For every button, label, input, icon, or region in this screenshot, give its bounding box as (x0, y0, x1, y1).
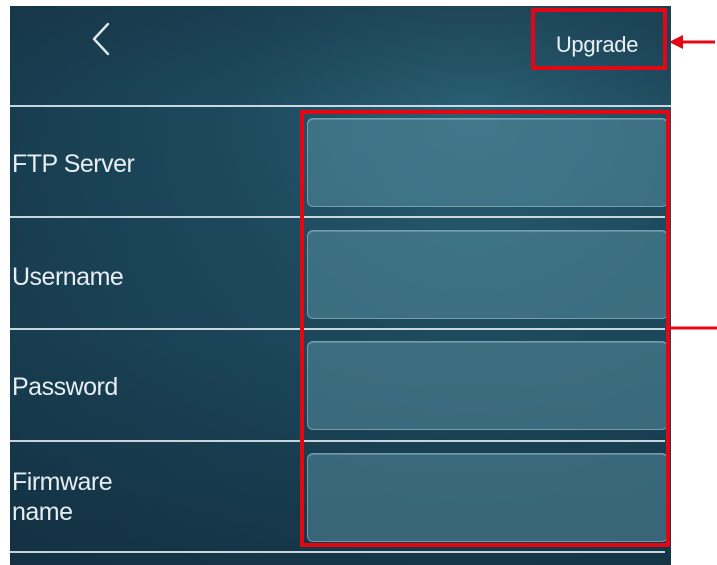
password-input[interactable] (308, 342, 667, 429)
divider (10, 105, 671, 107)
upgrade-button[interactable]: Upgrade (543, 26, 651, 64)
back-button[interactable] (82, 20, 122, 60)
ftp-server-label: FTP Server (12, 150, 135, 178)
arrow-to-upgrade-icon (669, 35, 715, 49)
password-label: Password (12, 373, 118, 401)
username-input[interactable] (308, 231, 667, 318)
app-screen: Upgrade FTP Server Username Password Fir… (10, 6, 671, 565)
top-bar: Upgrade (10, 6, 671, 106)
divider (10, 440, 665, 442)
firmware-name-input[interactable] (308, 454, 667, 541)
username-label: Username (12, 263, 124, 291)
chevron-left-icon (92, 22, 110, 56)
divider (10, 328, 665, 330)
firmware-name-label-line2: name (12, 498, 73, 526)
ftp-server-input[interactable] (308, 119, 667, 206)
firmware-name-label-line1: Firmware (12, 468, 113, 496)
firmware-name-label: Firmware name (12, 467, 113, 527)
password-field[interactable] (307, 341, 668, 430)
firmware-name-field[interactable] (307, 453, 668, 542)
divider (10, 551, 665, 553)
ftp-server-field[interactable] (307, 118, 668, 207)
divider (10, 216, 665, 218)
username-field[interactable] (307, 230, 668, 319)
connector-to-fields-icon (669, 326, 717, 330)
